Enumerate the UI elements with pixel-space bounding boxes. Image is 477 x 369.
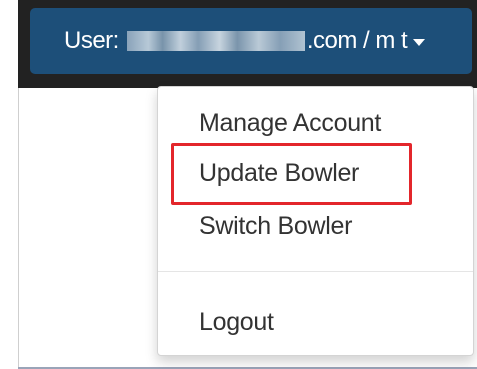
- menu-item-logout[interactable]: Logout: [199, 308, 274, 337]
- menu-item-manage-account[interactable]: Manage Account: [199, 109, 381, 138]
- user-label: User:: [64, 27, 119, 54]
- highlight-annotation-box: [171, 143, 412, 205]
- user-account-text: .com / m t: [306, 27, 408, 54]
- content-border: [18, 88, 19, 369]
- user-menu-button[interactable]: User: .com / m t: [30, 8, 472, 74]
- user-dropdown-menu: Manage Account Update Bowler Switch Bowl…: [157, 86, 474, 356]
- menu-item-switch-bowler[interactable]: Switch Bowler: [199, 212, 352, 241]
- redacted-email: [126, 31, 305, 51]
- caret-down-icon: [413, 38, 426, 46]
- menu-divider: [158, 271, 473, 272]
